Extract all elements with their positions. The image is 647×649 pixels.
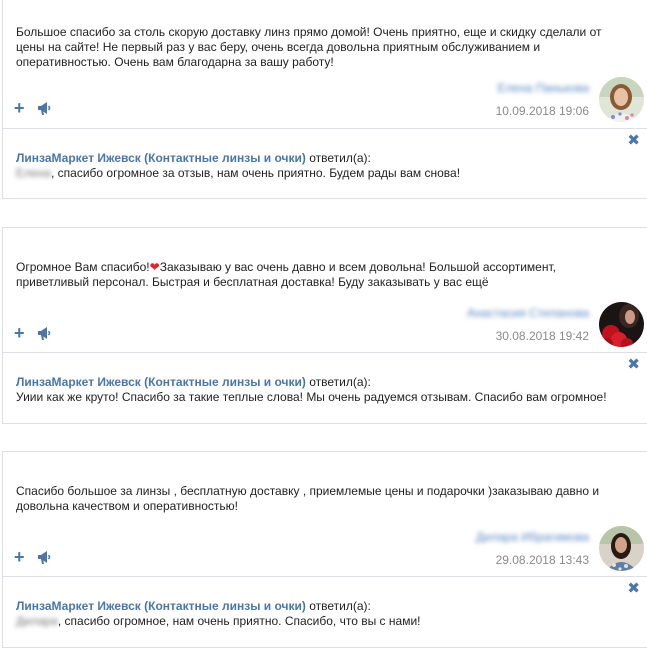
avatar[interactable] xyxy=(599,526,644,571)
review-actions: + xyxy=(14,324,52,342)
avatar-image xyxy=(599,77,644,122)
review-date: 29.08.2018 13:43 xyxy=(495,553,589,567)
review-author[interactable]: Елена Панькова xyxy=(498,81,589,95)
megaphone-icon[interactable] xyxy=(36,325,52,341)
reply-message: , спасибо огромное за отзыв, нам очень п… xyxy=(50,166,461,180)
megaphone-icon[interactable] xyxy=(36,100,52,116)
plus-icon[interactable]: + xyxy=(14,324,26,342)
reply-answered-label: ответил(а): xyxy=(305,375,371,389)
shop-name-link[interactable]: ЛинзаМаркет Ижевск (Контактные линзы и о… xyxy=(16,599,306,613)
reply-header: ЛинзаМаркет Ижевск (Контактные линзы и о… xyxy=(16,151,371,165)
reply-answered-label: ответил(а): xyxy=(305,151,371,165)
plus-icon[interactable]: + xyxy=(14,99,26,117)
shop-reply: ✖ ЛинзаМаркет Ижевск (Контактные линзы и… xyxy=(3,352,647,423)
review-card: Большое спасибо за столь скорую доставку… xyxy=(2,0,647,199)
shop-name-link[interactable]: ЛинзаМаркет Ижевск (Контактные линзы и о… xyxy=(16,151,306,165)
review-actions: + xyxy=(14,99,52,117)
reply-text: Елена, спасибо огромное за отзыв, нам оч… xyxy=(16,166,460,180)
review-actions: + xyxy=(14,548,52,566)
review-text: Огромное Вам спасибо!❤Заказываю у вас оч… xyxy=(16,260,616,290)
reply-text: Уиии как же круто! Спасибо за такие тепл… xyxy=(16,390,607,404)
heart-icon: ❤ xyxy=(149,260,160,274)
reply-header: ЛинзаМаркет Ижевск (Контактные линзы и о… xyxy=(16,375,371,389)
review-date: 30.08.2018 19:42 xyxy=(495,329,589,343)
reply-recipient-name: Елена xyxy=(16,166,51,180)
review-text-part: Огромное Вам спасибо! xyxy=(16,260,150,274)
reply-header: ЛинзаМаркет Ижевск (Контактные линзы и о… xyxy=(16,599,371,613)
review-text: Большое спасибо за столь скорую доставку… xyxy=(16,25,602,69)
plus-icon[interactable]: + xyxy=(14,548,26,566)
reply-recipient-name: Дилара xyxy=(16,614,58,628)
reply-message: , спасибо огромное, нам очень приятно. С… xyxy=(57,614,421,628)
avatar[interactable] xyxy=(599,302,644,347)
reply-message: Уиии как же круто! Спасибо за такие тепл… xyxy=(16,390,607,404)
review-author[interactable]: Дилара Ибрагимова xyxy=(476,530,589,544)
review-card: Спасибо большое за линзы , бесплатную до… xyxy=(2,451,647,648)
avatar-image xyxy=(599,526,644,571)
review-text: Спасибо большое за линзы , бесплатную до… xyxy=(16,484,600,513)
shop-name-link[interactable]: ЛинзаМаркет Ижевск (Контактные линзы и о… xyxy=(16,375,306,389)
megaphone-icon[interactable] xyxy=(36,549,52,565)
avatar[interactable] xyxy=(599,77,644,122)
review-card: Огромное Вам спасибо!❤Заказываю у вас оч… xyxy=(2,227,647,424)
close-icon[interactable]: ✖ xyxy=(627,357,640,372)
avatar-image xyxy=(599,302,644,347)
shop-reply: ✖ ЛинзаМаркет Ижевск (Контактные линзы и… xyxy=(3,128,647,198)
close-icon[interactable]: ✖ xyxy=(627,581,640,596)
review-date: 10.09.2018 19:06 xyxy=(495,104,589,118)
reply-text: Дилара, спасибо огромное, нам очень прия… xyxy=(16,614,420,628)
reply-answered-label: ответил(а): xyxy=(305,599,371,613)
shop-reply: ✖ ЛинзаМаркет Ижевск (Контактные линзы и… xyxy=(3,576,647,647)
review-author[interactable]: Анастасия Степанова xyxy=(467,306,589,320)
close-icon[interactable]: ✖ xyxy=(627,133,640,148)
